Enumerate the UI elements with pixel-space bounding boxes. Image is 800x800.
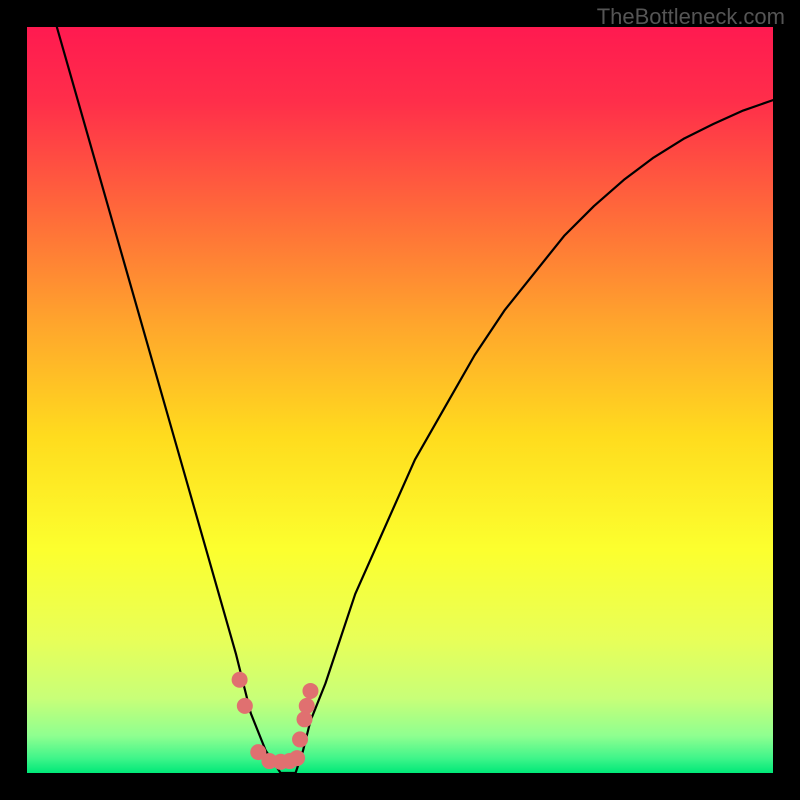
data-marker — [232, 672, 248, 688]
data-marker — [299, 698, 315, 714]
data-marker — [297, 711, 313, 727]
watermark-text: TheBottleneck.com — [597, 4, 785, 30]
bottleneck-chart: TheBottleneck.com — [0, 0, 800, 800]
plot-gradient-background — [27, 27, 773, 773]
chart-svg — [0, 0, 800, 800]
data-marker — [237, 698, 253, 714]
data-marker — [289, 750, 305, 766]
data-marker — [292, 731, 308, 747]
data-marker — [302, 683, 318, 699]
